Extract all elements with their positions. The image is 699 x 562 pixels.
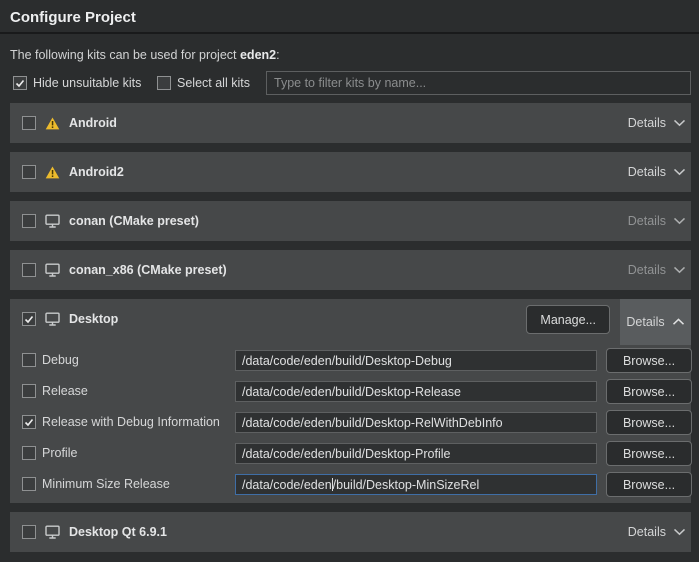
kit-row-conan[interactable]: conan (CMake preset) Details [10, 201, 691, 241]
config-checkbox[interactable] [22, 384, 36, 398]
hide-unsuitable-kits-checkbox[interactable] [13, 76, 27, 90]
page-title: Configure Project [10, 9, 136, 26]
details-label: Details [628, 116, 666, 130]
config-row-relwithdebinfo: Release with Debug Information Browse... [10, 412, 691, 437]
title-divider [0, 32, 699, 34]
details-button[interactable]: Details [628, 525, 691, 539]
config-label: Release [42, 384, 88, 398]
browse-button[interactable]: Browse... [606, 379, 692, 404]
config-label: Minimum Size Release [42, 477, 170, 491]
kit-row-android[interactable]: Android Details [10, 103, 691, 143]
kit-name: conan_x86 (CMake preset) [69, 263, 227, 277]
details-button[interactable]: Details [628, 214, 691, 228]
kit-checkbox[interactable] [22, 165, 36, 179]
kit-filter-input[interactable] [266, 71, 691, 95]
select-all-kits-label: Select all kits [177, 76, 250, 90]
intro-text-after: : [276, 48, 279, 62]
warning-icon [45, 166, 60, 179]
chevron-down-icon [673, 168, 686, 176]
build-path-input[interactable] [235, 412, 597, 433]
details-label: Details [628, 214, 666, 228]
build-path-input[interactable] [235, 350, 597, 371]
desktop-icon [45, 263, 60, 277]
kit-section-desktop: Desktop Manage... Details Debug Browse..… [10, 299, 691, 503]
checkmark-icon [24, 418, 34, 427]
config-checkbox[interactable] [22, 446, 36, 460]
path-text-after-caret: /build/Desktop-MinSizeRel [333, 478, 480, 492]
kit-name: Android2 [69, 165, 124, 179]
checkmark-icon [15, 79, 25, 88]
warning-icon [45, 117, 60, 130]
kit-checkbox[interactable] [22, 214, 36, 228]
config-row-release: Release Browse... [10, 381, 691, 406]
kit-name: Desktop [69, 312, 118, 326]
kit-row-android2[interactable]: Android2 Details [10, 152, 691, 192]
desktop-icon [45, 214, 60, 228]
select-all-kits-checkbox[interactable] [157, 76, 171, 90]
intro-text: The following kits can be used for proje… [10, 48, 280, 62]
desktop-icon [45, 525, 60, 539]
config-checkbox[interactable] [22, 477, 36, 491]
build-path-input[interactable] [235, 443, 597, 464]
details-label: Details [628, 525, 666, 539]
checkmark-icon [24, 315, 34, 324]
config-row-minsizerel: Minimum Size Release /data/code/eden/bui… [10, 474, 691, 499]
kit-row-conan-x86[interactable]: conan_x86 (CMake preset) Details [10, 250, 691, 290]
config-row-debug: Debug Browse... [10, 350, 691, 375]
kit-name: conan (CMake preset) [69, 214, 199, 228]
kit-checkbox[interactable] [22, 525, 36, 539]
details-button[interactable]: Details [628, 165, 691, 179]
browse-button[interactable]: Browse... [606, 348, 692, 373]
details-label: Details [628, 263, 666, 277]
browse-button[interactable]: Browse... [606, 472, 692, 497]
browse-button[interactable]: Browse... [606, 410, 692, 435]
manage-button[interactable]: Manage... [526, 305, 610, 334]
kit-checkbox[interactable] [22, 263, 36, 277]
kit-name: Android [69, 116, 117, 130]
chevron-down-icon [673, 266, 686, 274]
build-path-input[interactable] [235, 381, 597, 402]
kit-checkbox[interactable] [22, 312, 36, 326]
intro-text-before: The following kits can be used for proje… [10, 48, 240, 62]
config-checkbox[interactable] [22, 415, 36, 429]
path-text-before-caret: /data/code/eden [242, 478, 332, 492]
chevron-down-icon [673, 217, 686, 225]
details-button[interactable]: Details [628, 116, 691, 130]
chevron-down-icon [673, 119, 686, 127]
desktop-icon [45, 312, 60, 326]
kit-checkbox[interactable] [22, 116, 36, 130]
browse-button[interactable]: Browse... [606, 441, 692, 466]
project-name: eden2 [240, 48, 276, 62]
details-button[interactable]: Details [628, 263, 691, 277]
kit-name: Desktop Qt 6.9.1 [69, 525, 167, 539]
hide-unsuitable-kits-label: Hide unsuitable kits [33, 76, 141, 90]
details-button-expanded[interactable]: Details [620, 299, 691, 345]
chevron-up-icon [672, 318, 685, 326]
config-label: Debug [42, 353, 79, 367]
config-checkbox[interactable] [22, 353, 36, 367]
config-row-profile: Profile Browse... [10, 443, 691, 468]
config-label: Profile [42, 446, 77, 460]
build-path-input-focused[interactable]: /data/code/eden/build/Desktop-MinSizeRel [235, 474, 597, 495]
chevron-down-icon [673, 528, 686, 536]
kit-row-desktop-qt[interactable]: Desktop Qt 6.9.1 Details [10, 512, 691, 552]
config-label: Release with Debug Information [42, 415, 220, 429]
details-label: Details [626, 315, 664, 329]
details-label: Details [628, 165, 666, 179]
